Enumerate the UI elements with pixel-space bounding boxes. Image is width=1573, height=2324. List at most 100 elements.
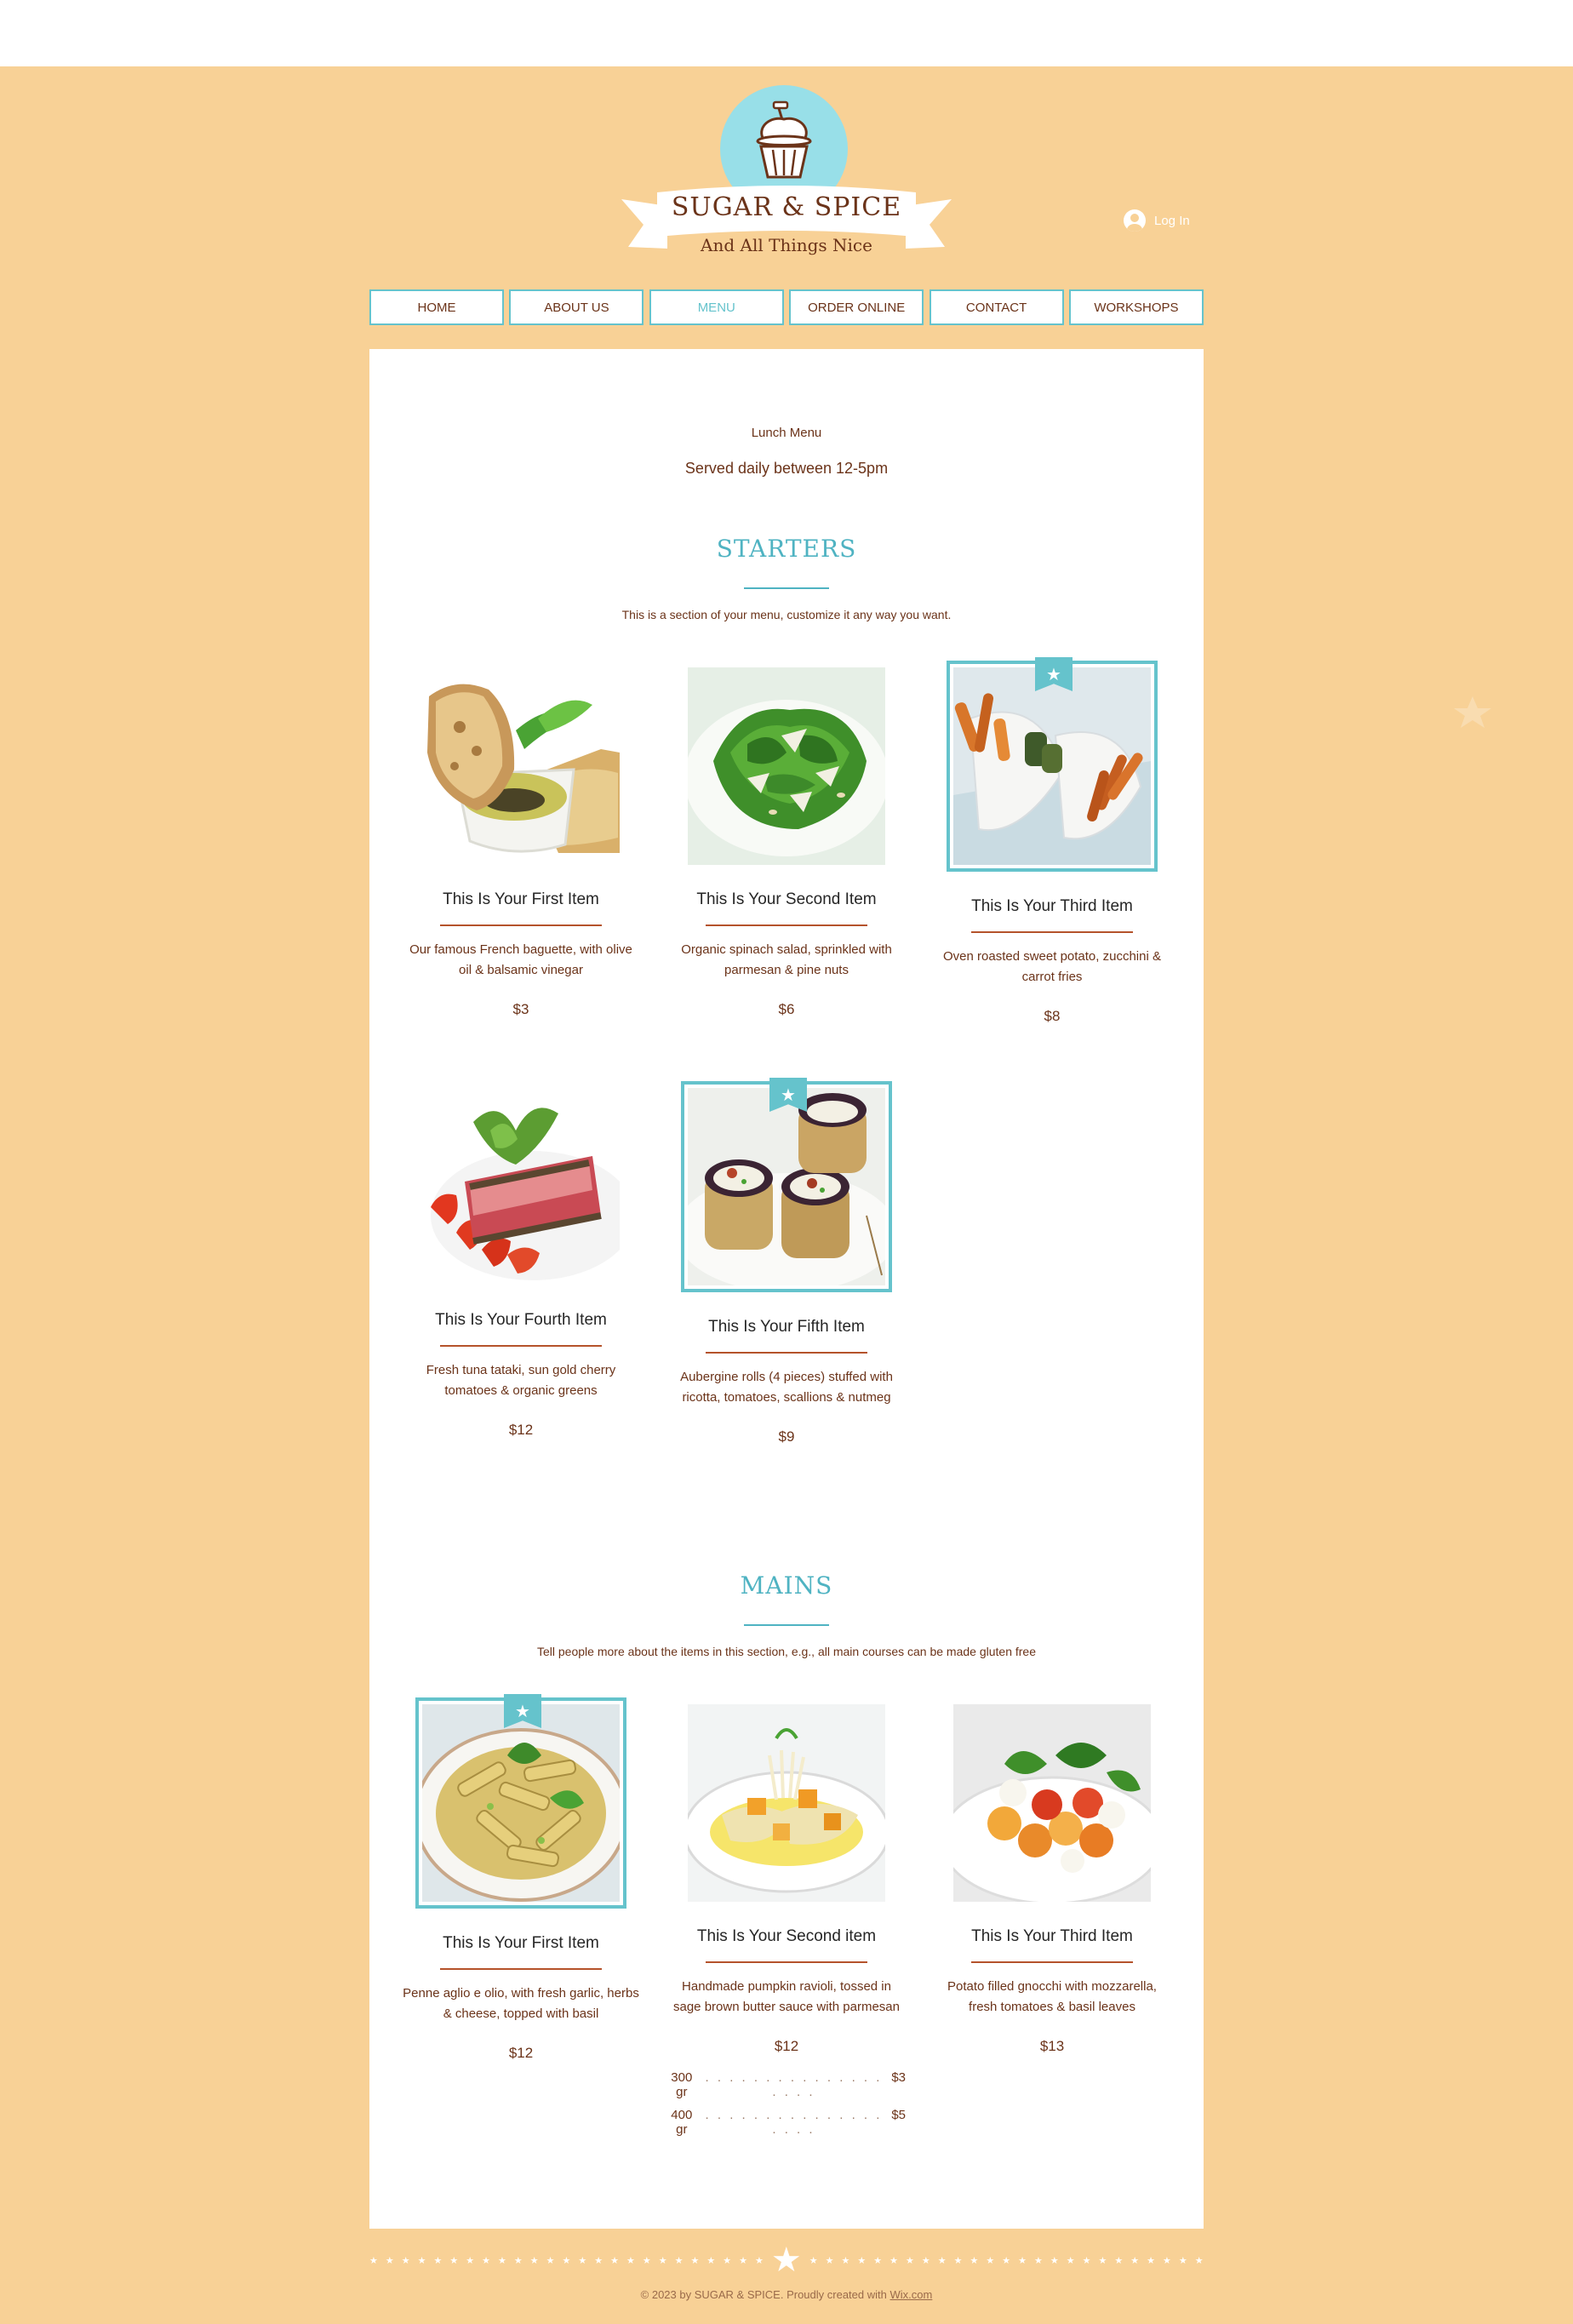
- item-name: This Is Your Third Item: [971, 897, 1133, 915]
- item-description: Potato filled gnocchi with mozzarella, f…: [947, 1979, 1157, 2014]
- footer-star-icon: ★: [986, 2255, 995, 2266]
- footer-star-icon: ★: [546, 2255, 555, 2266]
- item-description: Handmade pumpkin ravioli, tossed in sage…: [673, 1979, 900, 2014]
- item-photo-frame: [422, 1088, 620, 1285]
- item-name: This Is Your First Item: [443, 890, 599, 908]
- footer-star-icon: ★: [433, 2255, 443, 2266]
- nav-item-home[interactable]: HOME: [369, 289, 504, 325]
- footer-star-icon: ★: [1018, 2255, 1027, 2266]
- footer-star-icon: ★: [1194, 2255, 1204, 2266]
- size-dots: . . . . . . . . . . . . . . . . . . .: [705, 2108, 883, 2137]
- item-price: $3: [512, 1001, 529, 1017]
- nav-item-about-us[interactable]: ABOUT US: [509, 289, 644, 325]
- menu-item: This Is Your Second Item Organic spinach…: [667, 667, 906, 1018]
- footer-star-border: ★ ★ ★ ★ ★ ★ ★ ★ ★ ★ ★ ★ ★ ★ ★ ★ ★ ★ ★ ★ ★ ★ ★ ★ ★ ★ ★ ★ ★ ★ ★ ★ ★ ★ ★ ★ ★ ★ ★ ★…: [369, 2243, 1204, 2277]
- cupcake-icon: [756, 100, 812, 179]
- footer-star-icon: ★: [690, 2255, 700, 2266]
- item-name: This Is Your Second Item: [696, 890, 877, 908]
- nav-item-contact[interactable]: CONTACT: [929, 289, 1064, 325]
- footer-star-icon: ★: [1066, 2255, 1075, 2266]
- login-button[interactable]: Log In: [1124, 209, 1190, 232]
- menu-item-special: ★ This Is Your Fifth Item Aubergine roll…: [667, 1078, 906, 1445]
- copyright-text: © 2023 by SUGAR & SPICE. Proudly created…: [640, 2288, 887, 2301]
- item-price: $12: [508, 1422, 534, 1438]
- footer-star-icon: ★: [674, 2255, 684, 2266]
- item-description: Penne aglio e olio, with fresh garlic, h…: [403, 1986, 639, 2021]
- section-description: This is a section of your menu, customiz…: [621, 608, 952, 621]
- footer-star-icon: ★: [626, 2255, 635, 2266]
- size-dots: . . . . . . . . . . . . . . . . . . .: [705, 2070, 883, 2099]
- brand-title: SUGAR & SPICE: [671, 192, 902, 222]
- section-title-starters: STARTERS: [716, 535, 857, 563]
- item-description: Organic spinach salad, sprinkled with pa…: [681, 942, 892, 977]
- login-label: Log In: [1154, 213, 1190, 228]
- footer-star-icon: ★: [905, 2255, 914, 2266]
- size-option-row: 400 gr . . . . . . . . . . . . . . . . .…: [667, 2108, 906, 2137]
- footer-star-icon: ★: [825, 2255, 834, 2266]
- item-divider: [440, 1968, 602, 1970]
- footer-star-icon: ★: [466, 2255, 475, 2266]
- footer-star-icon: ★: [857, 2255, 867, 2266]
- pumpkin-ravioli-photo: [688, 1704, 885, 1902]
- spinach-salad-photo: [688, 667, 885, 865]
- size-label: 300 gr: [671, 2070, 693, 2099]
- footer-star-icon: ★: [841, 2255, 850, 2266]
- footer-star-icon: ★: [706, 2255, 716, 2266]
- menu-label: Lunch Menu: [751, 426, 822, 440]
- footer-star-icon: ★: [809, 2255, 818, 2266]
- item-photo-frame: [422, 667, 620, 865]
- nav-item-menu[interactable]: MENU: [649, 289, 784, 325]
- menu-item: This Is Your Third Item Potato filled gn…: [933, 1704, 1171, 2055]
- item-name: This Is Your Fifth Item: [708, 1318, 865, 1336]
- item-divider: [971, 931, 1133, 933]
- footer-copyright: © 2023 by SUGAR & SPICE. Proudly created…: [0, 2288, 1573, 2301]
- footer-star-icon: ★: [1002, 2255, 1011, 2266]
- footer-star-icon: ★: [642, 2255, 651, 2266]
- footer-star-icon: ★: [1130, 2255, 1140, 2266]
- size-price: $5: [891, 2108, 906, 2122]
- footer-star-icon: ★: [513, 2255, 523, 2266]
- menu-item: This Is Your Fourth Item Fresh tuna tata…: [402, 1088, 640, 1439]
- menu-item: This Is Your First Item Our famous Frenc…: [402, 667, 640, 1018]
- footer-star-icon: ★: [1178, 2255, 1187, 2266]
- section-rule: [744, 1624, 829, 1626]
- item-divider: [706, 924, 867, 926]
- size-label: 400 gr: [671, 2108, 693, 2137]
- item-price: $6: [778, 1001, 795, 1017]
- footer-star-icon: ★: [1033, 2255, 1043, 2266]
- footer-star-icon: ★: [562, 2255, 571, 2266]
- item-photo-frame-special: ★: [947, 657, 1158, 872]
- footer-star-icon: ★: [970, 2255, 979, 2266]
- footer-star-icon: ★: [1162, 2255, 1171, 2266]
- section-rule: [744, 587, 829, 589]
- footer-star-icon: ★: [739, 2255, 747, 2266]
- footer-star-icon: ★: [417, 2255, 426, 2266]
- item-name: This Is Your First Item: [443, 1934, 599, 1952]
- footer-star-icon: ★: [1098, 2255, 1107, 2266]
- aubergine-rolls-photo: [688, 1088, 885, 1285]
- bread-olive-oil-photo: [422, 667, 620, 865]
- nav-item-workshops[interactable]: WORKSHOPS: [1068, 289, 1204, 325]
- main-nav: HOME ABOUT US MENU ORDER ONLINE CONTACT …: [369, 289, 1204, 325]
- footer-star-icon: ★: [594, 2255, 603, 2266]
- decorative-star-icon: [1454, 696, 1491, 728]
- footer-star-icon: ★: [385, 2255, 394, 2266]
- item-divider: [706, 1961, 867, 1963]
- footer-star-icon: ★: [578, 2255, 587, 2266]
- item-price: $12: [508, 2045, 534, 2061]
- footer-star-icon: ★: [658, 2255, 667, 2266]
- item-divider: [706, 1352, 867, 1354]
- brand-tagline: And All Things Nice: [701, 235, 872, 255]
- nav-item-order-online[interactable]: ORDER ONLINE: [789, 289, 924, 325]
- item-name: This Is Your Second item: [696, 1927, 877, 1945]
- wix-link[interactable]: Wix.com: [890, 2288, 933, 2301]
- footer-star-icon: ★: [1114, 2255, 1124, 2266]
- footer-star-icon: ★: [498, 2255, 506, 2266]
- footer-star-icon: ★: [449, 2255, 459, 2266]
- item-photo-frame: [688, 667, 885, 865]
- footer-star-icon: ★: [369, 2255, 378, 2266]
- item-divider: [440, 924, 602, 926]
- item-name: This Is Your Fourth Item: [435, 1311, 607, 1329]
- veggie-fries-photo: [953, 667, 1151, 865]
- item-photo-frame-special: ★: [415, 1694, 626, 1909]
